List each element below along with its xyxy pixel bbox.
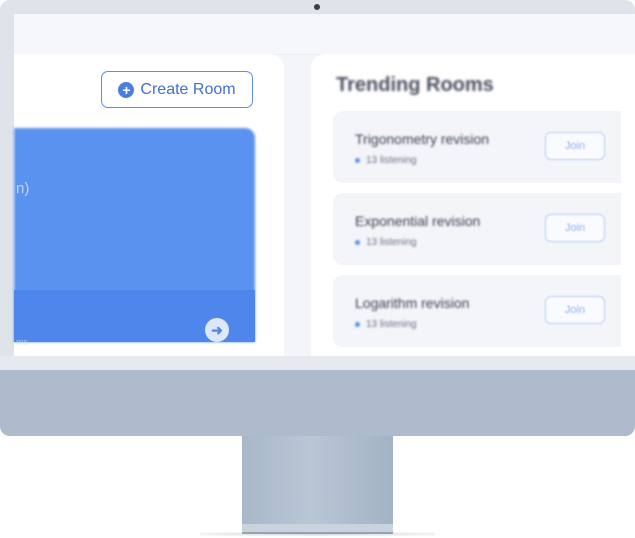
create-room-label: Create Room [140, 80, 236, 98]
room-meta: 13 listening [355, 319, 417, 330]
room-item[interactable]: Trigonometry revision 13 listening Join [333, 111, 621, 183]
room-item[interactable]: Exponential revision 13 listening Join [333, 193, 621, 265]
room-item[interactable]: Logarithm revision 13 listening Join [333, 275, 621, 347]
join-button[interactable]: Join [545, 132, 605, 160]
live-dot-icon [355, 240, 360, 245]
join-button[interactable]: Join [545, 214, 605, 242]
live-dot-icon [355, 158, 360, 163]
monitor-chin [0, 370, 635, 436]
room-meta: 13 listening [355, 155, 417, 166]
featured-room-title: n) [16, 180, 30, 197]
room-listeners: 13 listening [366, 155, 417, 166]
live-dot-icon [355, 322, 360, 327]
featured-room-meta: ms [16, 337, 28, 347]
create-room-button[interactable]: + Create Room [101, 71, 253, 108]
camera-icon [314, 4, 320, 10]
top-bar [14, 14, 635, 55]
plus-circle-icon: + [118, 81, 135, 98]
trending-title: Trending Rooms [336, 74, 494, 96]
stand-shadow [200, 532, 435, 536]
screen-bottom-edge [0, 356, 635, 370]
room-listeners: 13 listening [366, 237, 417, 248]
room-name: Logarithm revision [355, 295, 470, 311]
room-listeners: 13 listening [366, 319, 417, 330]
room-name: Trigonometry revision [355, 131, 490, 147]
room-name: Exponential revision [355, 213, 481, 229]
join-button[interactable]: Join [545, 296, 605, 324]
room-meta: 13 listening [355, 237, 417, 248]
arrow-right-circle-icon[interactable]: ➜ [205, 318, 229, 342]
monitor-stand [242, 436, 393, 526]
